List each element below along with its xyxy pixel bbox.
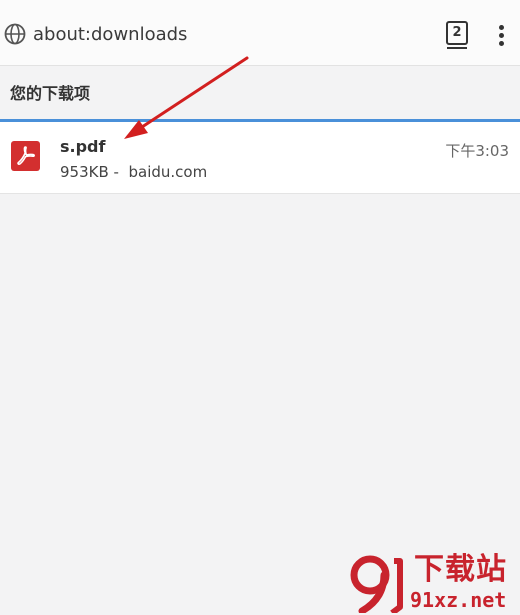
globe-icon[interactable] xyxy=(4,23,26,45)
more-vert-icon[interactable] xyxy=(494,22,510,48)
menu-dot xyxy=(499,25,504,30)
watermark-domain: 91xz.net xyxy=(410,588,507,612)
tabs-underline xyxy=(447,47,467,49)
section-title: 您的下载项 xyxy=(10,84,91,103)
watermark: 下载站 91xz.net xyxy=(348,553,520,615)
download-time: 下午3:03 xyxy=(445,142,509,160)
menu-dot xyxy=(499,33,504,38)
pdf-file-icon xyxy=(11,141,40,171)
watermark-title: 下载站 xyxy=(414,552,507,587)
url-bar[interactable]: about:downloads xyxy=(33,23,187,47)
downloads-section-header: 您的下载项 xyxy=(0,66,520,119)
tab-count: 2 xyxy=(446,21,468,45)
file-meta: 953KB - baidu.com xyxy=(60,163,208,181)
browser-toolbar: about:downloads 2 xyxy=(0,0,520,66)
watermark-logo xyxy=(350,555,403,613)
tabs-button[interactable]: 2 xyxy=(444,20,470,50)
menu-dot xyxy=(499,41,504,46)
file-name: s.pdf xyxy=(60,137,106,156)
download-item[interactable]: s.pdf 953KB - baidu.com 下午3:03 xyxy=(0,122,520,194)
